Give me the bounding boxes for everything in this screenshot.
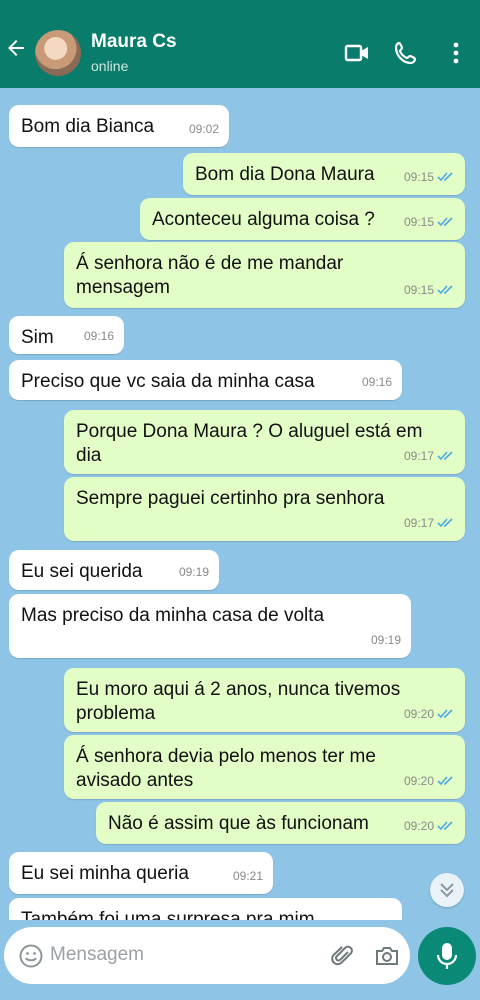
message-incoming[interactable]: Bom dia Bianca 09:02 xyxy=(9,105,229,147)
message-time: 09:17 xyxy=(403,516,434,530)
message-incoming[interactable]: Mas preciso da minha casa de volta 09:19 xyxy=(9,594,411,658)
message-time: 09:20 xyxy=(403,774,434,788)
message-incoming[interactable]: Preciso que vc saia da minha casa 09:16 xyxy=(9,360,402,400)
contact-avatar[interactable] xyxy=(35,30,81,76)
message-outgoing[interactable]: Porque Dona Maura ? O aluguel está em di… xyxy=(64,410,465,474)
read-ticks-icon xyxy=(437,821,453,831)
message-time: 09:16 xyxy=(83,329,114,343)
message-incoming[interactable]: Eu sei querida 09:19 xyxy=(9,550,219,590)
message-time: 09:15 xyxy=(403,283,434,297)
message-time: 09:19 xyxy=(370,633,401,647)
scroll-to-bottom-button[interactable] xyxy=(430,873,464,907)
read-ticks-icon xyxy=(437,518,453,528)
microphone-icon xyxy=(436,943,458,969)
voice-call-icon[interactable] xyxy=(393,40,419,66)
video-call-icon[interactable] xyxy=(344,40,370,66)
read-ticks-icon xyxy=(437,285,453,295)
message-time: 09:15 xyxy=(403,170,434,184)
camera-icon[interactable] xyxy=(374,943,400,969)
message-outgoing[interactable]: Eu moro aqui á 2 anos, nunca tivemos pro… xyxy=(64,668,465,732)
message-time: 09:19 xyxy=(178,565,209,579)
message-time: 09:16 xyxy=(361,375,392,389)
emoji-icon[interactable] xyxy=(18,943,44,969)
read-ticks-icon xyxy=(437,172,453,182)
message-outgoing[interactable]: Aconteceu alguma coisa ? 09:15 xyxy=(140,198,465,240)
message-incoming[interactable]: Também foi uma surpresa pra mim xyxy=(9,898,402,920)
read-ticks-icon xyxy=(437,709,453,719)
message-outgoing[interactable]: Á senhora devia pelo menos ter me avisad… xyxy=(64,735,465,799)
message-outgoing[interactable]: Sempre paguei certinho pra senhora 09:17 xyxy=(64,477,465,541)
message-outgoing[interactable]: Bom dia Dona Maura 09:15 xyxy=(183,153,465,195)
message-time: 09:17 xyxy=(403,449,434,463)
more-options-icon[interactable] xyxy=(443,40,469,66)
message-composer[interactable]: Mensagem xyxy=(4,927,410,984)
chat-header: Maura Cs online xyxy=(0,0,480,88)
read-ticks-icon xyxy=(437,776,453,786)
double-chevron-down-icon xyxy=(440,883,454,898)
message-time: 09:21 xyxy=(232,869,263,883)
message-outgoing[interactable]: Não é assim que às funcionam 09:20 xyxy=(96,802,465,844)
read-ticks-icon xyxy=(437,217,453,227)
voice-message-button[interactable] xyxy=(418,927,476,985)
message-incoming[interactable]: Eu sei minha queria 09:21 xyxy=(9,852,273,894)
message-incoming[interactable]: Sim 09:16 xyxy=(9,316,124,354)
read-ticks-icon xyxy=(437,451,453,461)
message-time: 09:15 xyxy=(403,215,434,229)
message-time: 09:20 xyxy=(403,707,434,721)
message-time: 09:02 xyxy=(188,122,219,136)
back-arrow-icon[interactable] xyxy=(4,36,28,60)
contact-status: online xyxy=(91,58,129,74)
chat-area[interactable]: Bom dia Bianca 09:02 Bom dia Dona Maura … xyxy=(0,88,480,920)
message-outgoing[interactable]: Á senhora não é de me mandar mensagem 09… xyxy=(64,242,465,308)
message-input[interactable]: Mensagem xyxy=(50,944,144,966)
message-time: 09:20 xyxy=(403,819,434,833)
contact-name[interactable]: Maura Cs xyxy=(91,31,177,53)
attachment-icon[interactable] xyxy=(330,943,356,969)
